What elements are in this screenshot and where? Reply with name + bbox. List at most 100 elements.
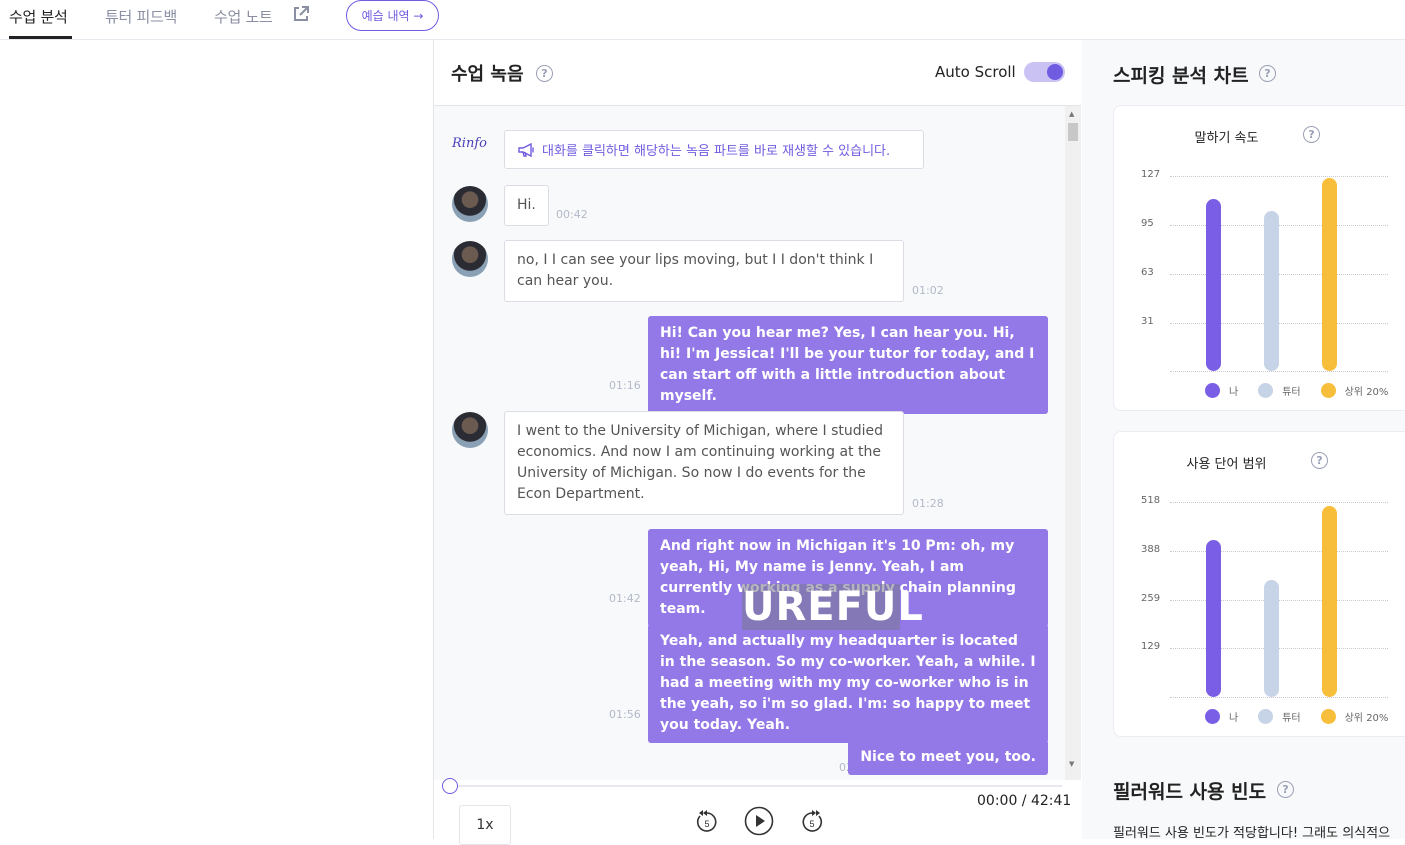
y-tick-label: 63 <box>1141 267 1154 279</box>
legend-dot <box>1205 383 1220 398</box>
gridline <box>1170 502 1388 503</box>
gridline <box>1170 648 1388 650</box>
playback-speed-button[interactable]: 1x <box>459 805 511 845</box>
vocab-range-chart-card: 사용 단어 범위 ? 나 튜터 상위 20% 129 259 388 518 <box>1113 431 1405 737</box>
top-navigation: 수업 분석 튜터 피드백 수업 노트 예습 내역 → <box>0 0 1405 40</box>
avatar <box>452 241 488 277</box>
preview-history-button[interactable]: 예습 내역 → <box>346 0 439 31</box>
bar-2 <box>1322 177 1337 371</box>
legend-label: 나 <box>1229 387 1239 398</box>
legend-label: 튜터 <box>1282 713 1301 724</box>
rewind-5-icon[interactable]: 5 <box>693 807 721 835</box>
external-link-icon[interactable] <box>292 5 310 23</box>
toggle-knob <box>1047 64 1063 80</box>
bar-1 <box>1264 211 1279 371</box>
message-bubble[interactable]: I went to the University of Michigan, wh… <box>504 411 904 515</box>
play-icon[interactable] <box>744 806 774 836</box>
current-time: 00:00 <box>977 793 1018 809</box>
help-icon[interactable]: ? <box>536 65 553 82</box>
message-bubble[interactable]: Hi. <box>504 185 549 226</box>
time-separator: / <box>1017 793 1031 809</box>
message-bubble[interactable]: Nice to meet you, too. <box>848 740 1048 775</box>
progress-track[interactable] <box>442 778 1062 794</box>
bar-2 <box>1322 505 1337 697</box>
filler-word-title: 필러워드 사용 빈도 <box>1113 781 1267 803</box>
message-time: 01:28 <box>912 497 944 510</box>
y-tick-label: 31 <box>1141 316 1154 328</box>
svg-text:5: 5 <box>704 819 709 829</box>
speed-chart-card: 말하기 속도 ? 나 튜터 상위 20% 31 63 95 127 <box>1113 105 1405 411</box>
transcript-header: 수업 녹음 ? Auto Scroll <box>434 40 1081 106</box>
baseline <box>1170 371 1388 372</box>
legend-item-tutor: 튜터 <box>1258 383 1301 398</box>
legend-dot <box>1320 709 1336 724</box>
bar-1 <box>1264 579 1279 697</box>
message-bubble[interactable]: Hi! Can you hear me? Yes, I can hear you… <box>648 316 1048 414</box>
legend-dot <box>1258 383 1274 398</box>
megaphone-icon <box>518 142 534 157</box>
playback-time: 00:00 / 42:41 <box>977 793 1071 809</box>
active-tab-underline <box>9 36 72 39</box>
y-tick-label: 259 <box>1141 592 1161 604</box>
chart-legend: 나 튜터 상위 20% <box>1205 709 1405 724</box>
legend-dot <box>1258 709 1274 724</box>
legend-label: 나 <box>1229 713 1239 724</box>
message-time: 00:42 <box>556 208 588 221</box>
chat-scrollbar[interactable]: ▲ ▼ <box>1065 106 1081 780</box>
progress-handle[interactable] <box>442 778 458 794</box>
y-tick-label: 127 <box>1141 169 1161 180</box>
bar-0 <box>1206 539 1221 697</box>
legend-dot <box>1320 383 1336 398</box>
tab-class-notes[interactable]: 수업 노트 <box>214 6 273 27</box>
audio-player: 00:00 / 42:41 1x 5 5 <box>434 778 1081 845</box>
message-bubble[interactable]: no, I I can see your lips moving, but I … <box>504 240 904 302</box>
notice-banner: 대화를 클릭하면 해당하는 녹음 파트를 바로 재생할 수 있습니다. <box>504 130 924 169</box>
svg-text:5: 5 <box>809 819 814 829</box>
autoscroll-toggle[interactable] <box>1024 62 1065 82</box>
speaking-analysis-panel: 스피킹 분석 차트 ? 말하기 속도 ? 나 튜터 상위 20% 31 63 95 1… <box>1082 40 1405 841</box>
legend-item-me: 나 <box>1205 709 1238 724</box>
gridline <box>1170 225 1388 227</box>
autoscroll-label: Auto Scroll <box>935 63 1016 81</box>
gridline <box>1170 550 1388 552</box>
help-icon[interactable]: ? <box>1259 65 1276 82</box>
forward-5-icon[interactable]: 5 <box>798 807 826 835</box>
help-icon[interactable]: ? <box>1311 452 1328 469</box>
message-time: 01:56 <box>609 708 641 721</box>
notice-text: 대화를 클릭하면 해당하는 녹음 파트를 바로 재생할 수 있습니다. <box>542 144 891 159</box>
message-time: 01:16 <box>609 379 641 392</box>
legend-label: 튜터 <box>1282 387 1301 398</box>
gridline <box>1170 176 1388 177</box>
avatar <box>452 186 488 222</box>
y-tick-label: 388 <box>1141 543 1161 555</box>
gridline <box>1170 274 1388 276</box>
legend-item-top20: 상위 20% <box>1320 383 1389 398</box>
y-tick-label: 95 <box>1141 218 1154 230</box>
total-time: 42:41 <box>1030 793 1072 809</box>
scroll-up-arrow[interactable]: ▲ <box>1069 110 1074 118</box>
help-icon[interactable]: ? <box>1277 781 1294 798</box>
transcript-panel: 수업 녹음 ? Auto Scroll Rinfo 대화를 클릭하면 해당하는 … <box>433 40 1081 845</box>
watermark: UREFUL <box>742 584 924 630</box>
chart-legend: 나 튜터 상위 20% <box>1205 383 1405 398</box>
legend-item-tutor: 튜터 <box>1258 709 1301 724</box>
y-tick-label: 129 <box>1141 641 1161 653</box>
chat-area: Rinfo 대화를 클릭하면 해당하는 녹음 파트를 바로 재생할 수 있습니다… <box>434 106 1081 780</box>
ringle-logo: Rinfo <box>452 136 487 151</box>
scroll-thumb[interactable] <box>1068 123 1078 141</box>
gridline <box>1170 599 1388 601</box>
legend-dot <box>1205 709 1220 724</box>
tab-tutor-feedback[interactable]: 튜터 피드백 <box>105 6 177 27</box>
baseline <box>1170 697 1388 698</box>
gridline <box>1170 323 1388 325</box>
legend-item-top20: 상위 20% <box>1320 709 1388 724</box>
message-time: 01:42 <box>609 592 641 605</box>
y-tick-label: 518 <box>1141 495 1161 506</box>
help-icon[interactable]: ? <box>1303 126 1320 143</box>
message-bubble[interactable]: Yeah, and actually my headquarter is loc… <box>648 624 1048 743</box>
analysis-title: 스피킹 분석 차트 <box>1113 65 1249 87</box>
scroll-down-arrow[interactable]: ▼ <box>1069 760 1074 768</box>
tab-class-analysis[interactable]: 수업 분석 <box>9 6 68 27</box>
legend-label: 상위 20% <box>1344 387 1389 398</box>
avatar <box>452 412 488 448</box>
